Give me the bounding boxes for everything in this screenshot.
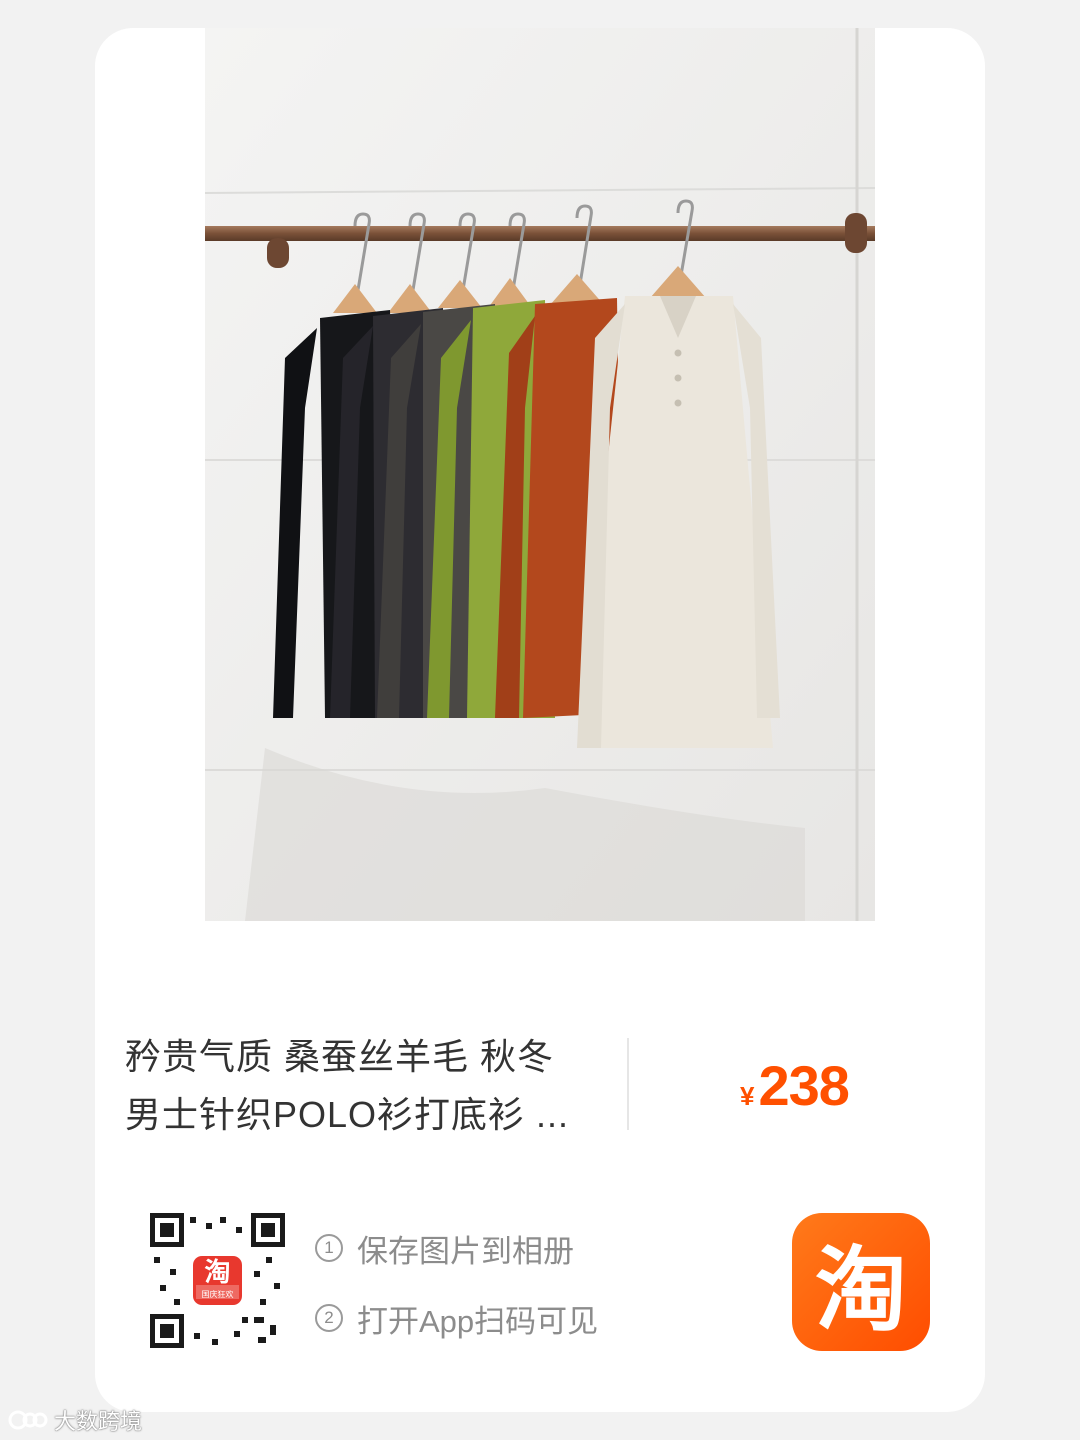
step-save-image: 1 保存图片到相册 bbox=[315, 1223, 598, 1273]
sweater-cream bbox=[577, 296, 780, 748]
product-title-line2: 男士针织POLO衫打底衫 ... bbox=[125, 1094, 570, 1135]
taobao-app-icon[interactable]: 淘 bbox=[792, 1213, 930, 1351]
share-instructions: 1 保存图片到相册 2 打开App扫码可见 bbox=[315, 1223, 598, 1363]
step2-label: 打开App扫码可见 bbox=[357, 1303, 599, 1339]
taobao-icon-char: 淘 bbox=[814, 1236, 907, 1344]
price-value: 238 bbox=[758, 1054, 849, 1117]
step2-number: 2 bbox=[315, 1304, 343, 1332]
qr-badge-caption: 国庆狂欢 bbox=[201, 1290, 234, 1299]
step1-label: 保存图片到相册 bbox=[357, 1233, 574, 1269]
product-share-card: 矜贵气质 桑蚕丝羊毛 秋冬 男士针织POLO衫打底衫 ... ¥238 淘 国庆… bbox=[95, 28, 985, 1412]
qr-badge-char: 淘 bbox=[204, 1257, 231, 1287]
watermark: 大数跨境 bbox=[8, 1404, 142, 1436]
product-title[interactable]: 矜贵气质 桑蚕丝羊毛 秋冬 男士针织POLO衫打底衫 ... bbox=[125, 1028, 605, 1144]
qr-code[interactable]: 淘 国庆狂欢 bbox=[150, 1213, 285, 1348]
watermark-logo-icon bbox=[8, 1410, 48, 1430]
step1-number: 1 bbox=[315, 1234, 343, 1262]
sweater-rack-image bbox=[205, 28, 875, 921]
product-title-line1: 矜贵气质 桑蚕丝羊毛 秋冬 bbox=[125, 1036, 555, 1077]
product-price: ¥238 bbox=[740, 1053, 850, 1118]
product-photo[interactable] bbox=[205, 28, 875, 921]
divider bbox=[627, 1038, 629, 1130]
step-open-app: 2 打开App扫码可见 bbox=[315, 1293, 598, 1343]
watermark-text: 大数跨境 bbox=[54, 1409, 143, 1434]
price-currency: ¥ bbox=[740, 1081, 755, 1111]
